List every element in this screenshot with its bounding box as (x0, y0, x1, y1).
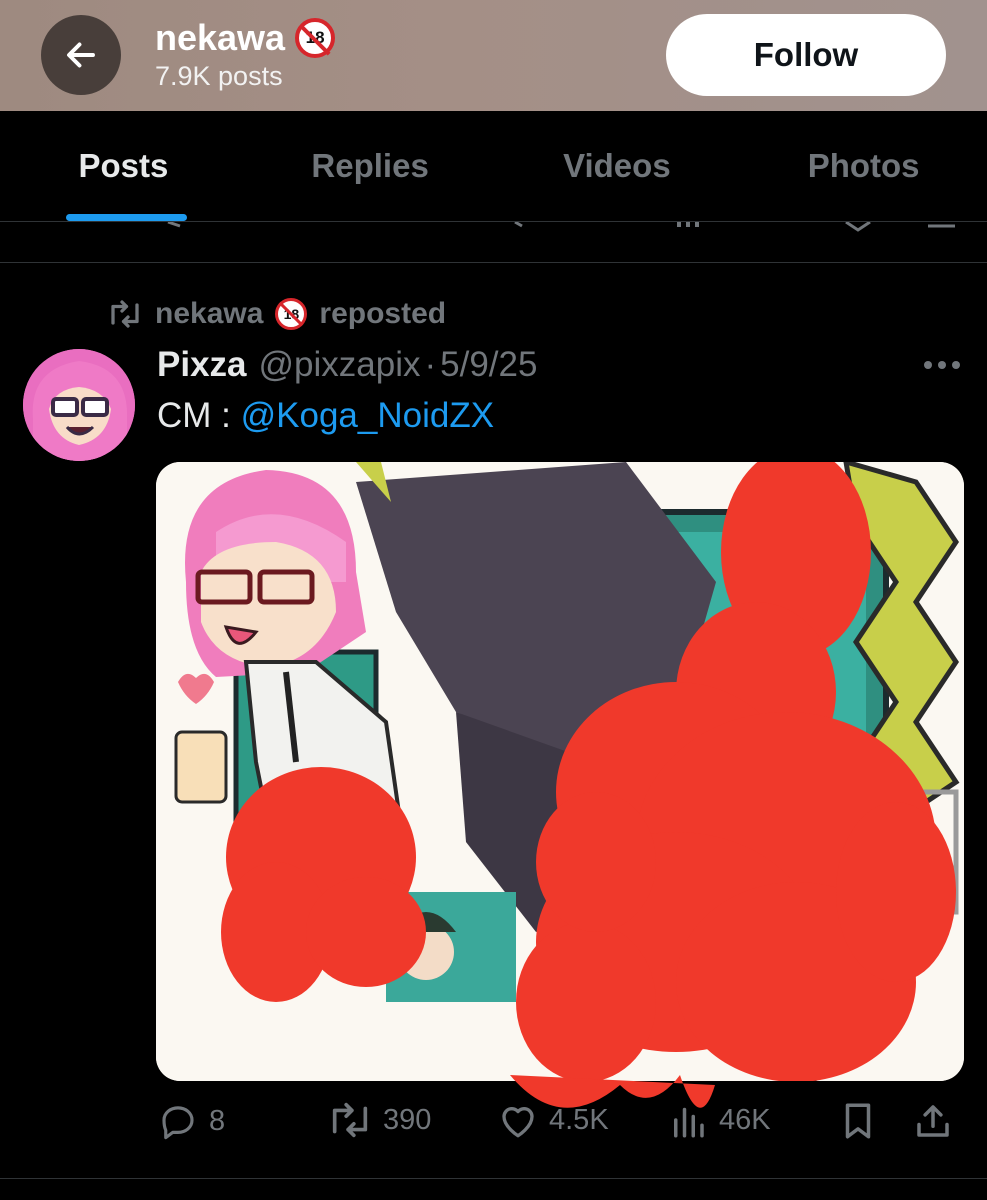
heart-icon (502, 1107, 534, 1138)
avatar[interactable] (23, 349, 135, 461)
repost-count: 390 (383, 1103, 432, 1136)
mention-link[interactable]: @Koga_NoidZX (241, 396, 494, 435)
post-date[interactable]: 5/9/25 (440, 345, 537, 385)
post-media-image[interactable] (156, 462, 964, 1081)
post-actions: 8 390 4.5K 46K (0, 1100, 987, 1150)
meta-separator: · (424, 345, 437, 384)
repost-indicator[interactable]: nekawa 18 reposted (107, 297, 446, 331)
view-count: 46K (719, 1103, 771, 1136)
tab-photos[interactable]: Photos (740, 111, 987, 221)
profile-tabs: Posts Replies Videos Photos (0, 111, 987, 221)
follow-button[interactable]: Follow (666, 14, 946, 96)
more-options-icon[interactable] (920, 350, 964, 380)
share-icon (917, 1105, 949, 1137)
share-button[interactable] (912, 1100, 954, 1142)
like-count: 4.5K (549, 1103, 609, 1136)
repost-icon (332, 1102, 368, 1138)
reply-count: 8 (209, 1104, 226, 1137)
profile-name: nekawa (155, 17, 286, 58)
post-count: 7.9K posts (155, 61, 283, 91)
arrow-left-icon (67, 42, 95, 68)
avatar-image (23, 349, 135, 461)
tab-videos[interactable]: Videos (494, 111, 741, 221)
profile-header: nekawa 18 7.9K posts Follow (0, 0, 987, 111)
reply-button[interactable]: 8 (157, 1100, 225, 1142)
post-text-prefix: CM : (157, 396, 241, 435)
bookmark-button[interactable] (837, 1100, 879, 1142)
like-button[interactable]: 4.5K (497, 1100, 609, 1140)
repost-icon (111, 300, 139, 328)
reply-icon (162, 1106, 194, 1140)
illustration (156, 462, 964, 1081)
no-under-18-icon: 18 (275, 298, 308, 330)
author-handle[interactable]: @pixzapix (259, 345, 421, 385)
no-under-18-icon: 18 (295, 18, 336, 58)
repost-user: nekawa (155, 297, 264, 330)
post-text: CM : @Koga_NoidZX (157, 396, 494, 436)
profile-title-block: nekawa 18 7.9K posts (155, 17, 336, 92)
bookmark-icon (845, 1103, 871, 1139)
active-tab-indicator (66, 214, 187, 221)
views-button[interactable]: 46K (667, 1100, 771, 1140)
tab-replies[interactable]: Replies (247, 111, 494, 221)
previous-post-actions-remnant (167, 222, 955, 232)
repost-button[interactable]: 390 (327, 1100, 431, 1140)
views-icon (674, 1107, 704, 1138)
repost-label: reposted (319, 297, 447, 330)
tab-posts[interactable]: Posts (0, 111, 247, 221)
divider (0, 262, 987, 263)
author-name[interactable]: Pixza (157, 345, 247, 385)
divider (0, 1178, 987, 1179)
post-header: Pixza @pixzapix · 5/9/25 (157, 345, 537, 385)
back-button[interactable] (41, 15, 121, 95)
